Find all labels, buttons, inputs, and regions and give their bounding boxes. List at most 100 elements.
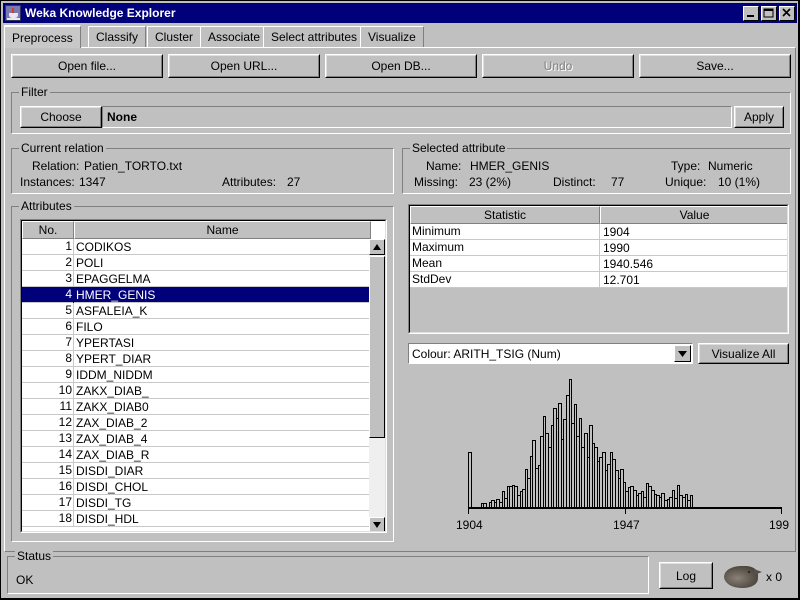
attribute-number: 10 bbox=[22, 382, 74, 399]
close-button[interactable] bbox=[779, 5, 795, 21]
attribute-histogram[interactable]: 1904 1947 1990 bbox=[408, 370, 789, 542]
attribute-row[interactable]: 11 ZAKX_DIAB0 bbox=[22, 398, 371, 415]
attribute-name: DISDI_CHOL bbox=[76, 479, 149, 494]
attributes-scrollbar[interactable] bbox=[369, 239, 385, 531]
tab-label: Cluster bbox=[155, 30, 194, 44]
status-group: Status OK bbox=[7, 549, 649, 594]
statistic-row[interactable]: StdDev 12.701 bbox=[410, 271, 787, 288]
column-header-no[interactable]: No. bbox=[22, 221, 74, 239]
statistic-value: 1990 bbox=[603, 240, 630, 255]
attributes-table-header: No. Name bbox=[22, 221, 371, 239]
attributes-count-label: Attributes: bbox=[222, 175, 277, 189]
visualize-all-button[interactable]: Visualize All bbox=[698, 343, 789, 364]
undo-button[interactable]: Undo bbox=[482, 54, 634, 78]
attribute-name: FILO bbox=[76, 319, 103, 334]
attribute-row[interactable]: 1 CODIKOS bbox=[22, 239, 371, 255]
relation-value: Patien_TORTO.txt bbox=[84, 159, 183, 173]
filter-choose-button[interactable]: Choose bbox=[20, 106, 102, 128]
tab-associate[interactable]: Associate bbox=[200, 26, 269, 47]
histogram-bar bbox=[468, 452, 472, 507]
attribute-name: YPERT_DIAR bbox=[76, 351, 152, 366]
attribute-row[interactable]: 10 ZAKX_DIAB_ bbox=[22, 382, 371, 399]
attribute-name: DISDI_HDL bbox=[76, 511, 139, 526]
save-button[interactable]: Save... bbox=[639, 54, 791, 78]
attribute-row[interactable]: 15 DISDI_DIAR bbox=[22, 462, 371, 479]
attr-missing-label: Missing: bbox=[414, 175, 459, 189]
statistics-table-container: Statistic Value Minimum 1904 Maximum 1990 Me… bbox=[408, 204, 789, 334]
attribute-name: ZAKX_DIAB_ bbox=[76, 383, 149, 398]
statistic-value: 1940.546 bbox=[603, 256, 654, 271]
selected-attribute-group: Selected attribute Name: HMER_GENIS Type… bbox=[402, 141, 791, 194]
filter-apply-button[interactable]: Apply bbox=[734, 106, 784, 128]
statistic-value: 12.701 bbox=[603, 272, 640, 287]
attribute-row[interactable]: 17 DISDI_TG bbox=[22, 494, 371, 511]
chevron-down-icon[interactable] bbox=[674, 345, 691, 362]
attribute-row[interactable]: 9 IDDM_NIDDM bbox=[22, 366, 371, 383]
colour-combobox[interactable]: Colour: ARITH_TSIG (Num) bbox=[408, 343, 693, 364]
scroll-down-arrow[interactable] bbox=[369, 517, 385, 531]
column-header-statistic[interactable]: Statistic bbox=[410, 206, 600, 224]
statistics-list[interactable]: Minimum 1904 Maximum 1990 Mean 1940.546 StdDev… bbox=[410, 223, 787, 288]
tab-classify[interactable]: Classify bbox=[88, 26, 147, 47]
relation-label: Relation: bbox=[32, 159, 80, 173]
attribute-row[interactable]: 6 FILO bbox=[22, 318, 371, 335]
axis-tick-min bbox=[468, 509, 469, 514]
axis-tick-mid bbox=[625, 509, 626, 514]
statistic-name: StdDev bbox=[410, 271, 600, 288]
visualize-all-label: Visualize All bbox=[711, 346, 776, 361]
selected-attribute-legend: Selected attribute bbox=[410, 141, 508, 155]
attribute-number: 9 bbox=[22, 366, 74, 383]
scroll-up-arrow[interactable] bbox=[369, 239, 385, 255]
undo-label: Undo bbox=[543, 59, 573, 73]
minimize-button[interactable] bbox=[743, 5, 759, 21]
attribute-row[interactable]: 8 YPERT_DIAR bbox=[22, 350, 371, 367]
tab-visualize[interactable]: Visualize bbox=[360, 26, 424, 47]
attribute-number: 3 bbox=[22, 270, 74, 287]
open-url-label: Open URL... bbox=[210, 59, 278, 73]
statistic-row[interactable]: Minimum 1904 bbox=[410, 223, 787, 240]
tab-cluster[interactable]: Cluster bbox=[147, 26, 202, 47]
attr-unique-value: 10 (1%) bbox=[718, 175, 761, 189]
statistics-table-header: Statistic Value bbox=[410, 206, 787, 224]
attribute-name: ZAKX_DIAB0 bbox=[76, 399, 149, 414]
axis-label-max: 1990 bbox=[769, 518, 789, 532]
log-label: Log bbox=[675, 568, 697, 583]
open-file-button[interactable]: Open file... bbox=[11, 54, 163, 78]
attribute-row[interactable]: 18 DISDI_HDL bbox=[22, 510, 371, 527]
attribute-row[interactable]: 13 ZAX_DIAB_4 bbox=[22, 430, 371, 447]
axis-label-mid: 1947 bbox=[613, 518, 640, 532]
current-relation-legend: Current relation bbox=[19, 141, 106, 155]
maximize-button[interactable] bbox=[761, 5, 777, 21]
scrollbar-thumb[interactable] bbox=[369, 256, 385, 438]
attribute-number: 5 bbox=[22, 302, 74, 319]
attribute-row[interactable]: 5 ASFALEIA_K bbox=[22, 302, 371, 319]
attribute-row[interactable]: 4 HMER_GENIS bbox=[22, 286, 371, 303]
attributes-list[interactable]: 1 CODIKOS 2 POLI 3 EPAGGELMA 4 HMER_GENIS 5 ASFAL… bbox=[22, 239, 371, 531]
open-db-label: Open DB... bbox=[371, 59, 431, 73]
attribute-row[interactable]: 16 DISDI_CHOL bbox=[22, 478, 371, 495]
log-button[interactable]: Log bbox=[659, 562, 713, 589]
attribute-row[interactable]: 12 ZAX_DIAB_2 bbox=[22, 414, 371, 431]
tab-preprocess[interactable]: Preprocess bbox=[4, 25, 81, 48]
attribute-number: 15 bbox=[22, 462, 74, 479]
filter-value-field[interactable]: None bbox=[102, 106, 732, 128]
attribute-row[interactable]: 7 YPERTASI bbox=[22, 334, 371, 351]
attribute-number: 1 bbox=[22, 239, 74, 255]
open-db-button[interactable]: Open DB... bbox=[325, 54, 477, 78]
column-header-value[interactable]: Value bbox=[600, 206, 787, 224]
attribute-row[interactable]: 3 EPAGGELMA bbox=[22, 270, 371, 287]
column-header-name[interactable]: Name bbox=[74, 221, 371, 239]
preprocess-panel: Open file... Open URL... Open DB... Undo… bbox=[4, 47, 796, 552]
attribute-name: DISDI_TG bbox=[76, 495, 132, 510]
statistic-row[interactable]: Mean 1940.546 bbox=[410, 255, 787, 272]
attribute-row[interactable]: 2 POLI bbox=[22, 254, 371, 271]
attribute-name: ZAX_DIAB_R bbox=[76, 447, 150, 462]
attribute-row[interactable]: 14 ZAX_DIAB_R bbox=[22, 446, 371, 463]
weka-bird-icon bbox=[724, 566, 762, 588]
statistic-row[interactable]: Maximum 1990 bbox=[410, 239, 787, 256]
tab-select-attributes[interactable]: Select attributes bbox=[263, 26, 366, 47]
attr-unique-label: Unique: bbox=[665, 175, 707, 189]
choose-label: Choose bbox=[40, 110, 82, 124]
attributes-legend: Attributes bbox=[19, 199, 74, 213]
open-url-button[interactable]: Open URL... bbox=[168, 54, 320, 78]
